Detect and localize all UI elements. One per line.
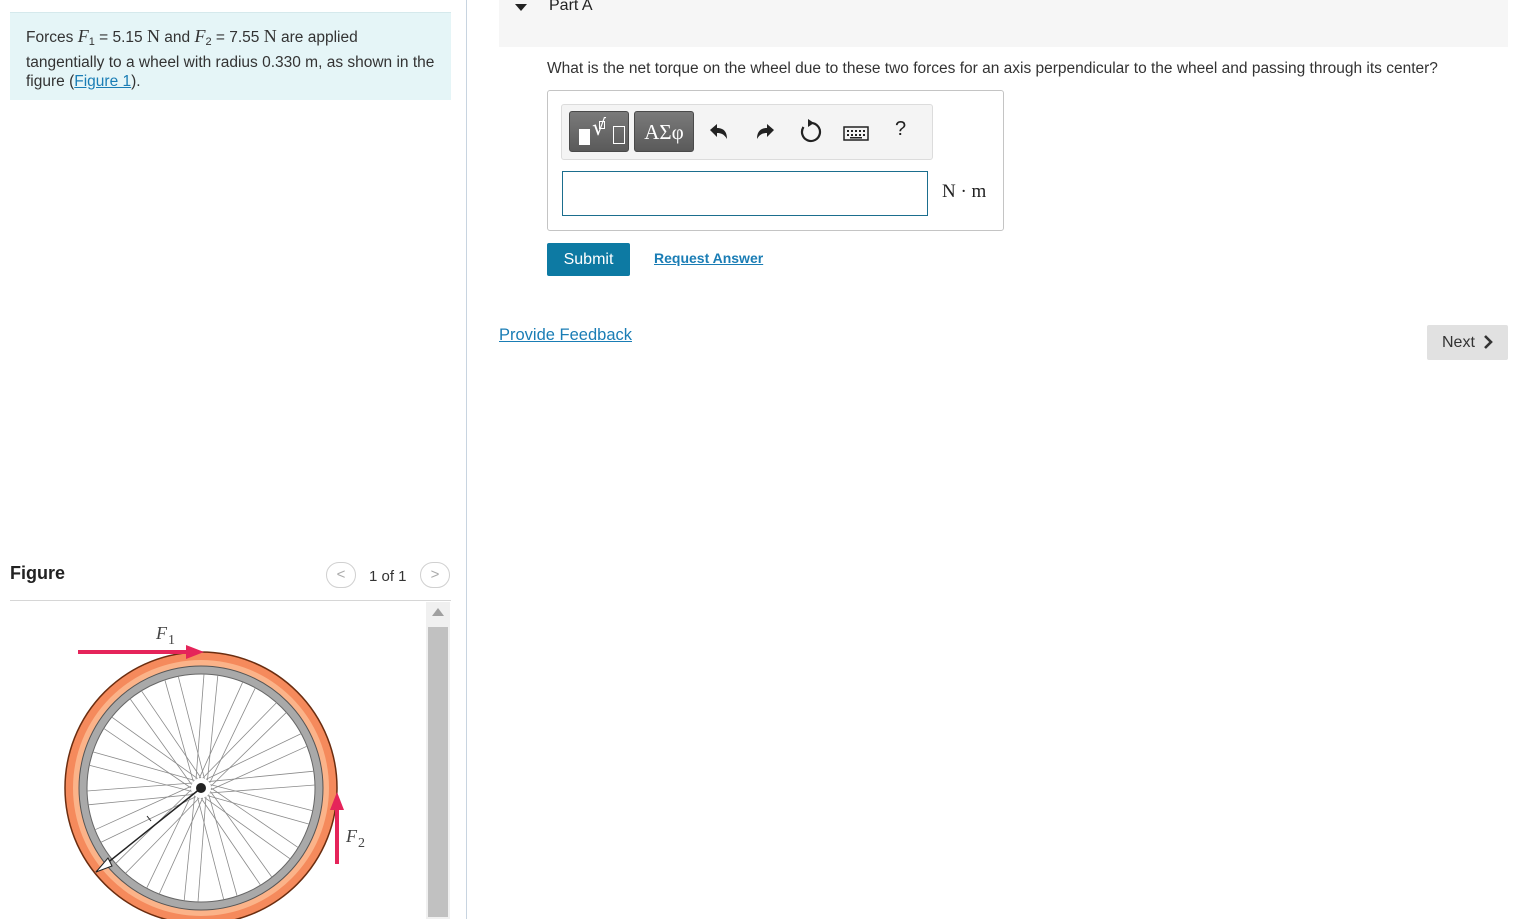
f2-figure-label: F (345, 826, 358, 846)
figure-page-indicator: 1 of 1 (369, 568, 407, 585)
template-block-icon (579, 129, 590, 145)
greek-symbols-button[interactable]: ΑΣφ (634, 111, 694, 152)
f2-unit: N (263, 26, 277, 46)
left-panel: Forces F1 = 5.15 N and F2 = 7.55 N are a… (0, 0, 466, 919)
figure-prev-button[interactable]: < (326, 562, 356, 588)
problem-text-prefix: Forces (26, 29, 78, 46)
question-text: What is the net torque on the wheel due … (547, 60, 1438, 77)
answer-input[interactable] (562, 171, 928, 216)
next-button[interactable]: Next (1427, 325, 1508, 360)
next-button-label: Next (1442, 333, 1475, 351)
f2-variable: F (194, 26, 206, 46)
help-icon[interactable]: ? (895, 118, 906, 141)
f2-figure-subscript: 2 (358, 836, 365, 851)
figure-scrollbar[interactable] (426, 602, 450, 919)
request-answer-link[interactable]: Request Answer (654, 250, 763, 266)
f1-variable: F (77, 26, 89, 46)
template-box-icon (613, 126, 625, 144)
figure-header: Figure < 1 of 1 > (10, 560, 451, 601)
answer-box: √ ΑΣφ ? N · m (547, 90, 1004, 231)
answer-unit: N · m (942, 181, 987, 202)
reset-icon[interactable] (795, 115, 827, 149)
f1-equals: = 5.15 (94, 29, 147, 46)
figure-image: F 1 F 2 (10, 602, 426, 919)
f1-unit: N (146, 26, 160, 46)
figure-title: Figure (10, 563, 66, 583)
scroll-thumb[interactable] (428, 627, 448, 917)
f1-figure-label: F (155, 623, 168, 643)
redo-icon[interactable] (750, 115, 782, 149)
keyboard-icon[interactable] (842, 115, 870, 149)
f2-equals: = 7.55 (211, 29, 264, 46)
undo-icon[interactable] (702, 115, 734, 149)
submit-button[interactable]: Submit (547, 243, 630, 276)
math-toolbar: √ ΑΣφ ? (561, 104, 933, 160)
panel-divider (466, 0, 467, 919)
part-title: Part A (549, 0, 593, 14)
part-a-header[interactable]: Part A (499, 0, 1508, 47)
figure-next-button[interactable]: > (420, 562, 450, 588)
problem-statement: Forces F1 = 5.15 N and F2 = 7.55 N are a… (10, 12, 451, 100)
figure-link[interactable]: Figure 1 (74, 73, 131, 90)
problem-and: and (159, 29, 195, 46)
sqrt-icon: √ (592, 116, 607, 141)
problem-text-end: ). (131, 73, 141, 90)
chevron-right-icon (1484, 335, 1493, 349)
scroll-up-arrow-icon[interactable] (432, 608, 444, 616)
wheel-diagram: F 1 F 2 (64, 623, 365, 919)
f1-figure-subscript: 1 (168, 633, 175, 648)
collapse-caret-icon[interactable] (515, 4, 527, 11)
provide-feedback-link[interactable]: Provide Feedback (499, 326, 632, 345)
templates-button[interactable]: √ (569, 111, 629, 152)
